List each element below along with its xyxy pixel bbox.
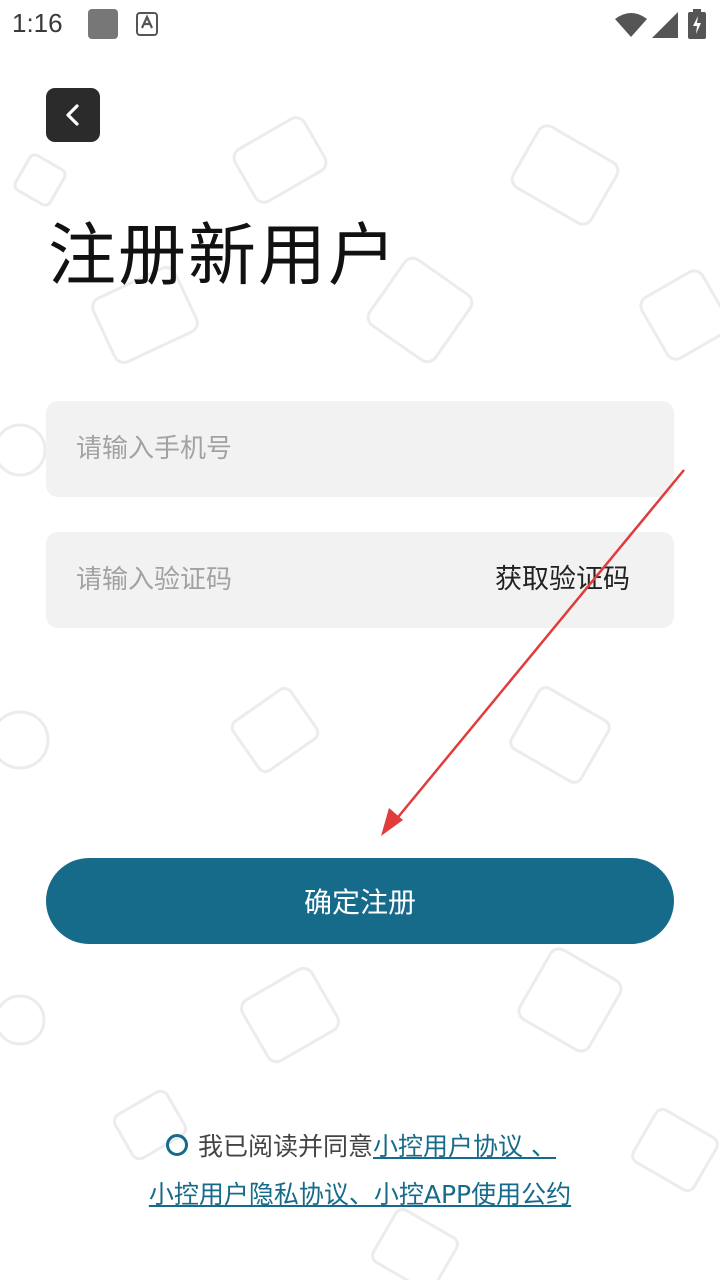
- user-agreement-link[interactable]: 小控用户协议 、: [373, 1127, 556, 1163]
- confirm-register-button[interactable]: 确定注册: [46, 858, 674, 944]
- notification-square-icon: [88, 9, 118, 39]
- battery-charging-icon: [688, 9, 706, 39]
- wifi-icon: [615, 13, 647, 37]
- agreement-prefix: 我已阅读并同意: [198, 1132, 374, 1161]
- privacy-policy-link[interactable]: 小控用户隐私协议、小控APP使用公约: [149, 1180, 571, 1209]
- status-time: 1:16: [12, 8, 63, 38]
- agreement-radio[interactable]: [166, 1134, 188, 1156]
- back-button[interactable]: [46, 88, 100, 142]
- agreement-line-1: 我已阅读并同意 小控用户协议 、: [166, 1122, 556, 1168]
- get-code-button[interactable]: 获取验证码: [495, 532, 630, 628]
- keyboard-a-icon: [136, 12, 158, 36]
- phone-field: [46, 401, 674, 497]
- page-title: 注册新用户: [48, 217, 399, 296]
- background-pattern: [0, 116, 720, 1280]
- verification-code-field: 获取验证码: [46, 532, 674, 628]
- signal-icon: [652, 12, 678, 38]
- agreement-line-2: 小控用户隐私协议、小控APP使用公约: [0, 1172, 720, 1218]
- chevron-left-icon: [66, 104, 79, 126]
- phone-input[interactable]: [76, 401, 636, 497]
- verification-code-input[interactable]: [76, 532, 456, 628]
- status-bar: 1:16: [0, 0, 720, 50]
